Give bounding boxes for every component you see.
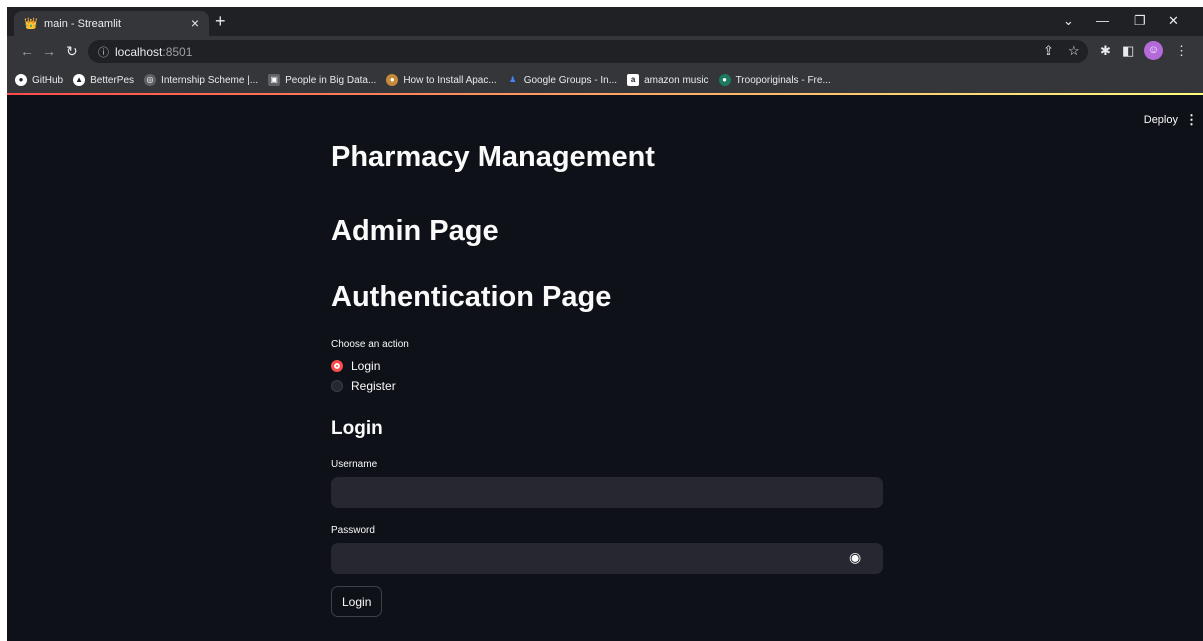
username-label: Username: [331, 459, 378, 470]
bookmark-label: amazon music: [644, 74, 709, 86]
deploy-button[interactable]: Deploy: [1144, 114, 1178, 126]
url-port: :8501: [162, 44, 193, 59]
tab-strip: 👑 main - Streamlit × + ⌄ — ❐ ✕: [7, 7, 1203, 36]
page-title: Pharmacy Management: [331, 141, 655, 173]
radio-option-register[interactable]: Register: [331, 379, 396, 393]
radio-group-label: Choose an action: [331, 339, 409, 350]
bookmark-item[interactable]: ◎ Internship Scheme |...: [144, 74, 258, 86]
admin-heading: Admin Page: [331, 215, 499, 247]
browser-window: 👑 main - Streamlit × + ⌄ — ❐ ✕ ← → ↻ ⓘ l…: [7, 7, 1203, 641]
profile-avatar[interactable]: ☺: [1144, 41, 1163, 60]
bookmark-item[interactable]: ● GitHub: [15, 74, 63, 86]
site-info-icon[interactable]: ⓘ: [98, 44, 109, 60]
address-bar[interactable]: ⓘ localhost :8501: [88, 40, 1088, 63]
radio-option-label: Login: [351, 359, 381, 373]
bookmark-label: Trooporiginals - Fre...: [735, 74, 831, 86]
bookmarks-bar: ● GitHub ▲ BetterPes ◎ Internship Scheme |.…: [7, 67, 1203, 95]
bookmark-item[interactable]: ● Trooporiginals - Fre...: [718, 74, 831, 86]
bookmark-item[interactable]: ● How to Install Apac...: [386, 74, 497, 86]
restore-icon[interactable]: ❐: [1134, 13, 1146, 29]
app-menu-icon[interactable]: ⋮: [1185, 112, 1198, 128]
back-arrow-icon[interactable]: ←: [20, 43, 34, 59]
apache-icon: ●: [386, 74, 399, 86]
browser-toolbar: ← → ↻ ⓘ localhost :8501 ⇪ ☆ ✱ ◧ ☺ ⋮: [7, 36, 1203, 67]
people-icon: ▣: [268, 74, 281, 86]
share-icon[interactable]: ⇪: [1043, 43, 1054, 59]
password-label: Password: [331, 525, 375, 536]
reload-icon[interactable]: ↻: [66, 43, 78, 60]
radio-option-label: Register: [351, 379, 396, 393]
minimize-icon[interactable]: —: [1096, 13, 1109, 28]
url-host: localhost: [115, 44, 163, 59]
window-close-icon[interactable]: ✕: [1168, 13, 1179, 29]
betterpes-icon: ▲: [73, 74, 86, 86]
auth-heading: Authentication Page: [331, 281, 612, 313]
amazon-icon: a: [627, 74, 640, 86]
bookmark-label: Google Groups - In...: [523, 74, 618, 86]
streamlit-app: Deploy ⋮ Pharmacy Management Admin Page …: [7, 97, 1203, 641]
browser-tab[interactable]: 👑 main - Streamlit ×: [14, 11, 209, 36]
globe-icon: ◎: [144, 74, 157, 86]
radio-option-login[interactable]: Login: [331, 359, 380, 373]
password-input[interactable]: [331, 543, 883, 574]
browser-menu-icon[interactable]: ⋮: [1175, 43, 1188, 59]
bookmark-label: People in Big Data...: [285, 74, 377, 86]
extensions-icon[interactable]: ✱: [1100, 43, 1111, 59]
troop-icon: ●: [718, 74, 731, 86]
bookmark-item[interactable]: ▣ People in Big Data...: [268, 74, 376, 86]
radio-unselected-icon: [331, 380, 343, 392]
radio-selected-icon: [331, 360, 343, 372]
bookmark-label: Internship Scheme |...: [161, 74, 259, 86]
bookmark-item[interactable]: a amazon music: [627, 74, 709, 86]
tab-title: main - Streamlit: [44, 17, 122, 30]
login-button[interactable]: Login: [331, 586, 383, 617]
streamlit-favicon-icon: 👑: [24, 18, 38, 30]
username-input[interactable]: [331, 477, 883, 508]
tab-search-icon[interactable]: ⌄: [1063, 13, 1074, 29]
bookmark-star-icon[interactable]: ☆: [1068, 43, 1080, 59]
bookmark-item[interactable]: ▲ BetterPes: [73, 74, 134, 86]
show-password-eye-icon[interactable]: ◉: [849, 549, 861, 566]
forward-arrow-icon[interactable]: →: [42, 43, 56, 59]
login-form-title: Login: [331, 418, 383, 439]
tab-close-icon[interactable]: ×: [191, 15, 199, 31]
bookmark-item[interactable]: ♟ Google Groups - In...: [507, 74, 617, 86]
google-groups-icon: ♟: [509, 75, 517, 84]
bookmark-label: How to Install Apac...: [403, 74, 497, 86]
bookmark-label: BetterPes: [90, 74, 135, 86]
bookmark-label: GitHub: [32, 74, 64, 86]
github-icon: ●: [15, 74, 27, 86]
side-panel-icon[interactable]: ◧: [1122, 43, 1134, 59]
new-tab-button[interactable]: +: [215, 11, 226, 31]
